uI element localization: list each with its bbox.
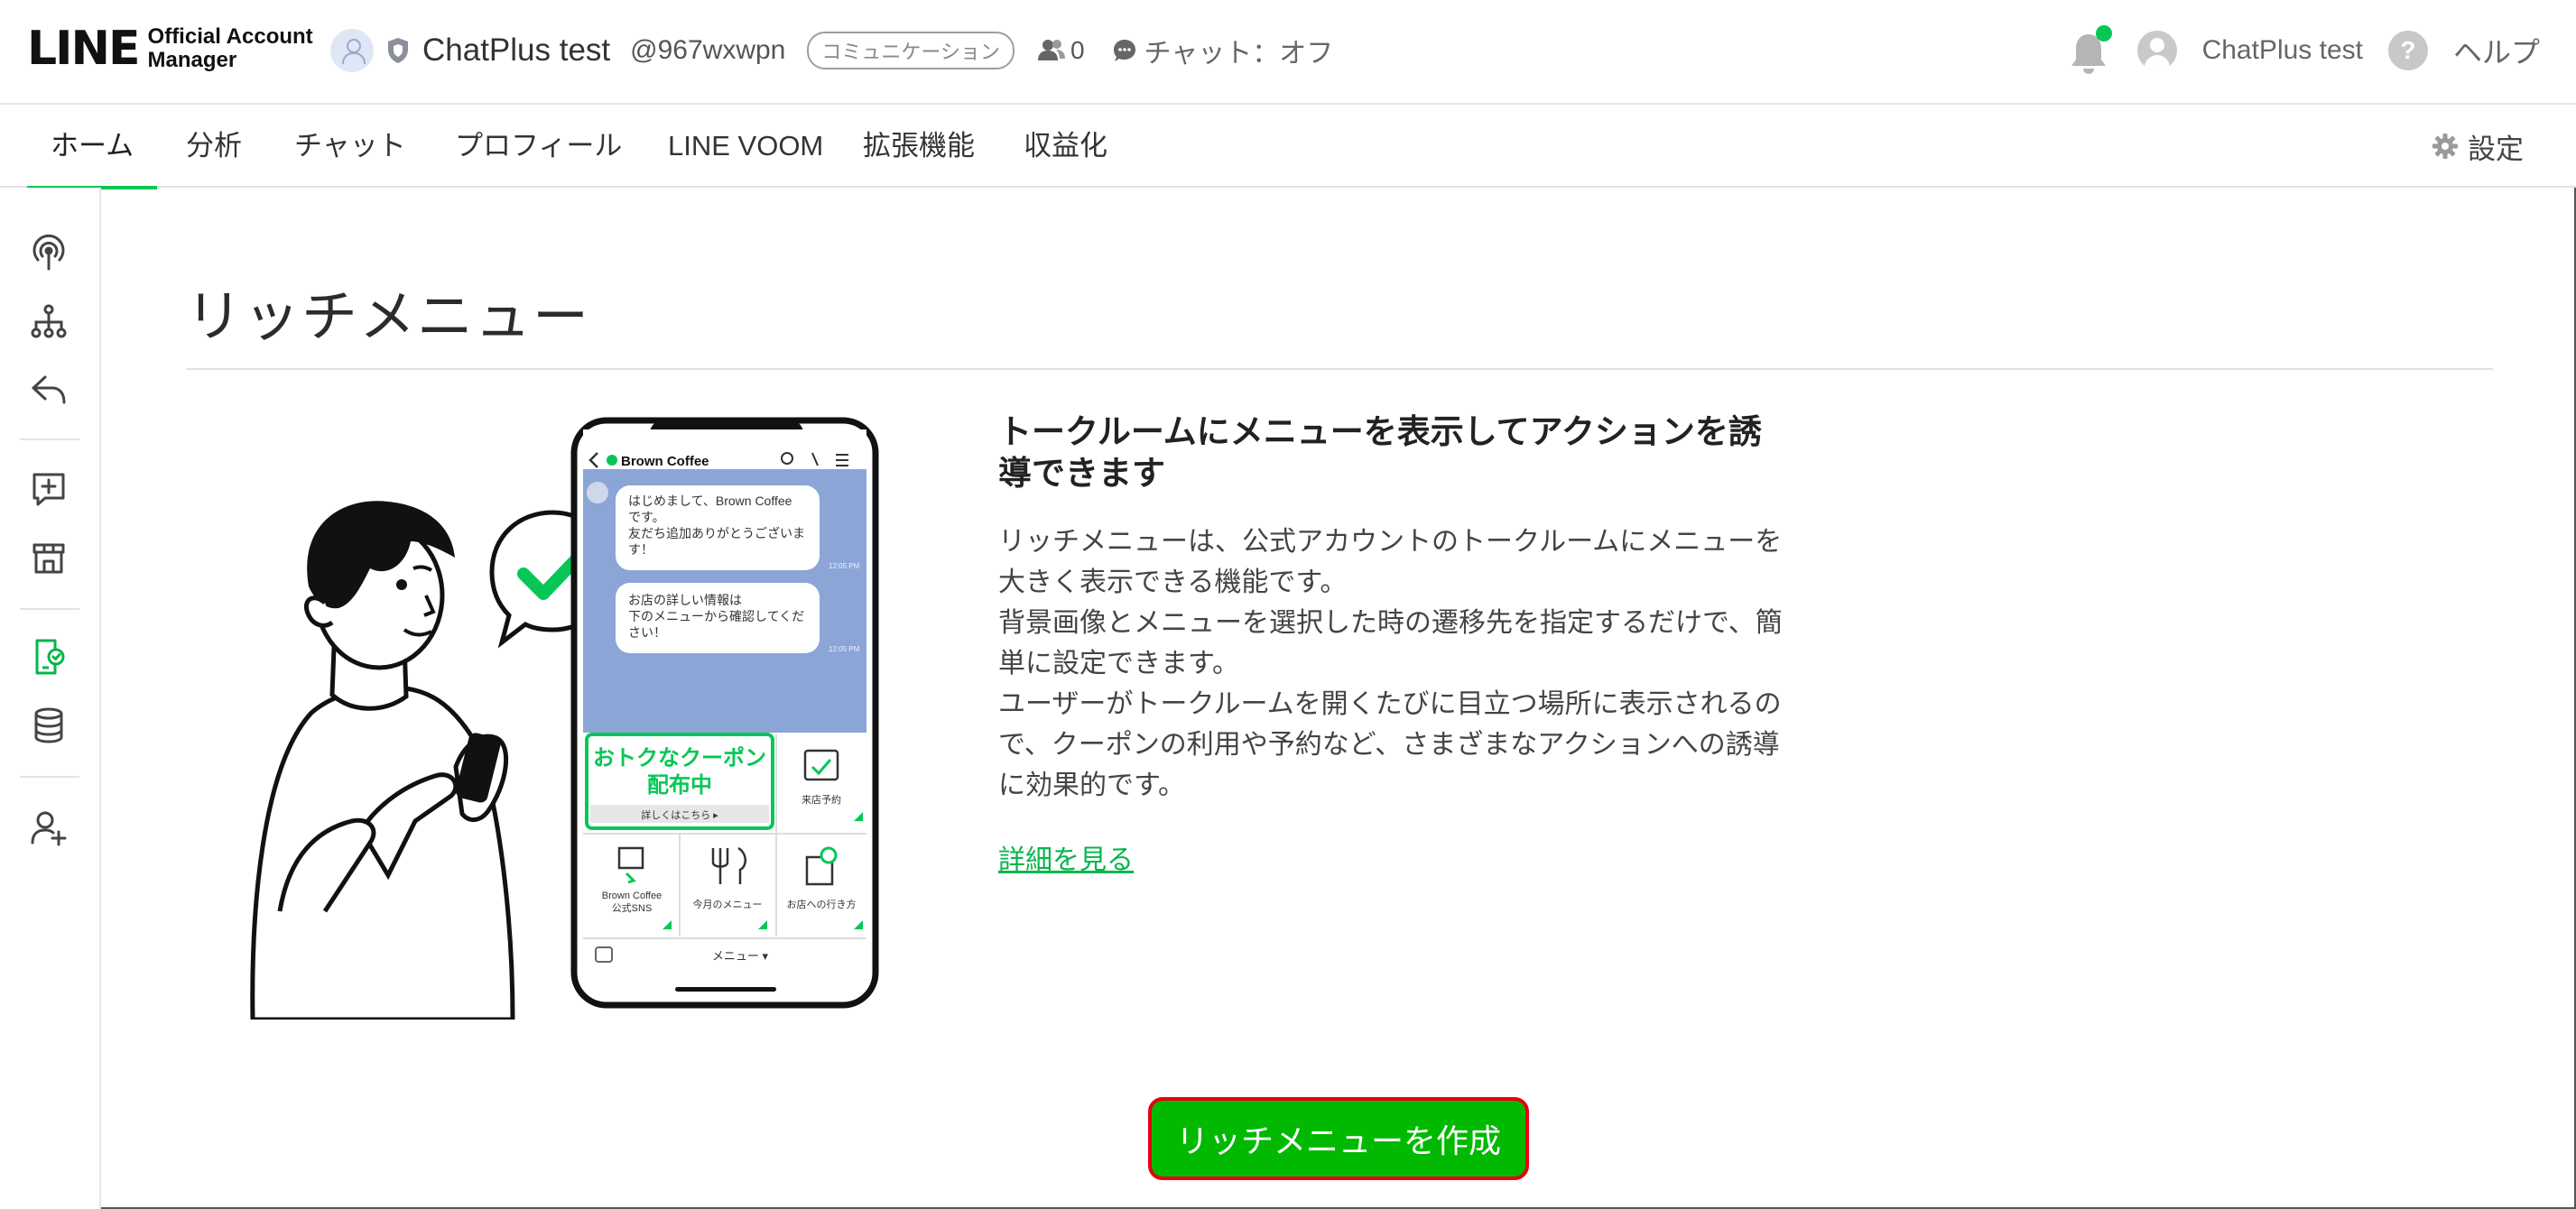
main-tabs: ホーム 分析 チャット プロフィール LINE VOOM 拡張機能 収益化 設定 [0, 105, 2576, 189]
logo-text: LINE [27, 22, 141, 76]
sidebar-divider [20, 608, 79, 610]
settings-label: 設定 [2468, 133, 2524, 165]
phone-chat-title: Brown Coffee [621, 454, 709, 469]
friends-icon [1037, 40, 1065, 60]
help-icon[interactable]: ? [2387, 31, 2428, 70]
tab-home[interactable]: ホーム [26, 105, 158, 189]
friends-count-value: 0 [1070, 36, 1085, 64]
learn-more-link[interactable]: 詳細を見る [998, 837, 1134, 877]
phone-cell-sns-1: Brown Coffee [602, 891, 662, 901]
tab-analytics[interactable]: 分析 [186, 105, 242, 188]
sidebar [0, 188, 101, 1209]
sidebar-divider [20, 776, 79, 778]
description-paragraph: リッチメニューは、公式アカウントのトークルームにメニューを大きく表示できる機能で… [998, 527, 1783, 597]
phone-cell-reserve: 来店予約 [802, 793, 841, 806]
description-paragraph: ユーザーがトークルームを開くたびに目立つ場所に表示されるので、クーポンの利用や予… [998, 689, 1782, 800]
tab-chat[interactable]: チャット [294, 105, 406, 188]
chat-status[interactable]: チャット：オフ [1112, 31, 1334, 70]
shop-icon[interactable] [29, 538, 69, 577]
phone-coupon-sub: 詳しくはこちら ▸ [641, 808, 718, 821]
title-divider [186, 368, 2493, 370]
help-link[interactable]: ヘルプ [2453, 30, 2540, 71]
phone-time-1: 12:05 PM [829, 562, 860, 570]
user-avatar[interactable] [2136, 31, 2177, 70]
sidebar-divider [20, 438, 79, 440]
settings-button[interactable]: 設定 [2432, 105, 2524, 188]
chat-status-text: チャット：オフ [1144, 39, 1334, 69]
org-tree-icon[interactable] [29, 301, 69, 341]
phone-cell-access: お店への行き方 [787, 898, 857, 910]
line-oam-logo[interactable]: LINE Official Account Manager [27, 22, 313, 76]
logo-sub-line1: Official Account [147, 24, 313, 49]
friends-count: 0 [1037, 36, 1085, 65]
verified-shield-icon [388, 38, 408, 63]
database-icon[interactable] [29, 706, 69, 745]
person-illustration [250, 501, 515, 1020]
phone-mockup: Brown Coffee はじめまして、Brown Coffee です。 友だち… [570, 417, 879, 1009]
broadcast-icon[interactable] [29, 233, 69, 272]
description-paragraph: 背景画像とメニューを選択した時の遷移先を指定するだけで、簡単に設定できます。 [998, 608, 1783, 678]
gear-icon [2432, 134, 2458, 159]
phone-coupon-line2: 配布中 [647, 772, 712, 798]
feature-description: リッチメニューは、公式アカウントのトークルームにメニューを大きく表示できる機能で… [998, 521, 1793, 806]
logo-sub-line2: Manager [147, 48, 237, 72]
phone-cell-sns-2: 公式SNS [612, 902, 653, 914]
phone-coupon-line1: おトクなクーポン [593, 745, 766, 771]
add-user-icon[interactable] [29, 808, 69, 848]
account-name[interactable]: ChatPlus test [422, 32, 610, 69]
account-switcher[interactable]: ChatPlus test @967wxwpn コミュニケーション 0 チャット… [330, 27, 1333, 74]
chat-bubble-icon [1113, 40, 1135, 61]
add-message-icon[interactable] [29, 469, 69, 509]
reply-icon[interactable] [29, 370, 69, 410]
phone-cell-menu: 今月のメニュー [693, 898, 763, 910]
plan-badge: コミュニケーション [807, 32, 1015, 69]
notification-dot [2095, 25, 2112, 42]
feature-headline: トークルームにメニューを表示してアクションを誘導できます [998, 413, 1762, 492]
notification-button[interactable] [2069, 25, 2112, 76]
phone-menu-bar: メニュー ▾ [712, 949, 769, 963]
account-avatar[interactable] [330, 29, 374, 72]
tab-extensions[interactable]: 拡張機能 [863, 105, 975, 188]
top-header: LINE Official Account Manager ChatPlus t… [0, 0, 2576, 105]
rich-menu-illustration: Brown Coffee はじめまして、Brown Coffee です。 友だち… [250, 417, 879, 1020]
header-right: ChatPlus test ? ヘルプ [2069, 25, 2540, 76]
user-name[interactable]: ChatPlus test [2202, 35, 2363, 66]
tab-monetization[interactable]: 収益化 [1024, 105, 1107, 188]
logo-subtitle: Official Account Manager [148, 25, 313, 72]
account-id: @967wxwpn [630, 35, 786, 65]
rich-menu-icon[interactable] [29, 637, 69, 677]
tab-profile[interactable]: プロフィール [455, 105, 622, 188]
tab-line-voom[interactable]: LINE VOOM [668, 105, 823, 188]
create-rich-menu-button[interactable]: リッチメニューを作成 [1148, 1097, 1529, 1180]
page-title: リッチメニュー [186, 286, 591, 348]
phone-time-2: 12:05 PM [829, 645, 860, 653]
